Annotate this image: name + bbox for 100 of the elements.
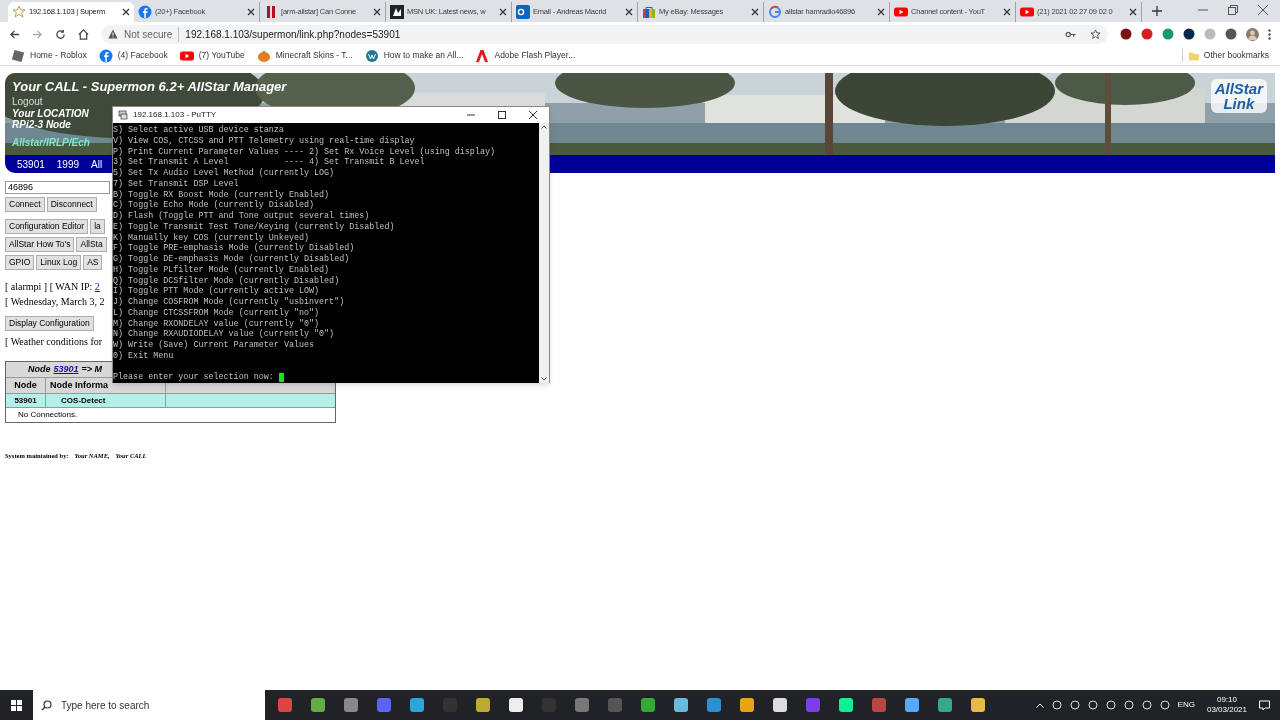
close-icon[interactable] bbox=[373, 8, 381, 16]
terminal-line: V) View COS, CTCSS and PTT Telemetry using real-time display bbox=[113, 135, 415, 147]
page-button[interactable]: AllSta bbox=[76, 237, 107, 252]
scrollbar[interactable] bbox=[539, 123, 549, 383]
page-button[interactable]: AS bbox=[83, 255, 103, 270]
play-icon bbox=[1020, 5, 1034, 19]
star-icon[interactable] bbox=[1090, 28, 1101, 40]
empty-message: No Connections. bbox=[18, 409, 78, 421]
clock-date: 03/03/2021 bbox=[1206, 705, 1247, 715]
terminal-line: B) Toggle RX Boost Mode (currently Enabled) bbox=[113, 189, 330, 200]
bookmark[interactable]: (4) Facebook bbox=[98, 48, 168, 63]
clock[interactable]: 09:10 03/03/2021 bbox=[1206, 695, 1247, 715]
close-icon[interactable] bbox=[1129, 8, 1137, 16]
bookmark[interactable]: (7) YouTube bbox=[179, 48, 245, 63]
play-icon bbox=[894, 5, 908, 19]
folder-icon bbox=[1188, 50, 1199, 61]
extension-icon[interactable] bbox=[1120, 28, 1132, 40]
host-line: [ alarmpi ] [ WAN IP: 2 bbox=[5, 280, 100, 294]
notification-icon[interactable] bbox=[1259, 699, 1270, 711]
tray-icon[interactable] bbox=[1123, 700, 1134, 710]
new-tab-icon[interactable] bbox=[1152, 6, 1162, 16]
terminal-line: P) Print Current Parameter Values ---- 2) Set Rx Voice Level (using display) bbox=[113, 146, 495, 157]
network-text: Allstar/IRLP/Ech bbox=[12, 137, 90, 149]
page-button[interactable]: Disconnect bbox=[46, 197, 97, 212]
node-link[interactable]: 53901 bbox=[53, 362, 79, 377]
node-input[interactable]: 46896 bbox=[5, 181, 110, 194]
close-icon[interactable] bbox=[529, 111, 537, 119]
terminal-line: M) Change RXONDELAY value (currently "0") bbox=[113, 318, 320, 329]
bookmark[interactable]: Home - Roblox bbox=[11, 48, 87, 63]
terminal-line: F) Toggle PRE-emphasis Mode (currently Disabled) bbox=[113, 243, 355, 254]
bookmark[interactable]: How to make an All... bbox=[364, 48, 464, 63]
chevron-up-icon[interactable] bbox=[541, 125, 547, 129]
terminal-line: J) Change COSFROM Mode (currently "usbinvert") bbox=[113, 297, 345, 308]
app-icon[interactable] bbox=[772, 697, 788, 713]
tray-icon[interactable] bbox=[1159, 700, 1170, 710]
close-icon[interactable] bbox=[877, 8, 885, 16]
tray-icon[interactable] bbox=[1105, 700, 1116, 710]
app-icon[interactable] bbox=[475, 697, 491, 713]
language-indicator[interactable]: ENG bbox=[1177, 699, 1195, 711]
close-icon[interactable] bbox=[122, 8, 130, 16]
chevron-down-icon[interactable] bbox=[541, 377, 547, 381]
app-icon[interactable] bbox=[508, 697, 524, 713]
site-title: Your CALL - Supermon 6.2+ AllStar Manager bbox=[12, 78, 287, 95]
page-button[interactable]: GPIO bbox=[5, 255, 35, 270]
close-icon[interactable] bbox=[751, 8, 759, 16]
node-type-text: RPi2-3 Node bbox=[12, 119, 71, 131]
ip-link[interactable]: 2 bbox=[94, 281, 100, 292]
terminal-line: 7) Set Transmit DSP Level bbox=[113, 178, 239, 190]
search-icon bbox=[41, 699, 52, 711]
reload-icon[interactable] bbox=[55, 28, 66, 40]
search-field[interactable]: Type here to search bbox=[33, 690, 265, 720]
bookmark[interactable]: Minecraft Skins - T... bbox=[256, 48, 353, 63]
minimize-icon[interactable] bbox=[467, 111, 475, 119]
other-bookmarks[interactable]: Other bookmarks bbox=[1181, 49, 1269, 62]
star-icon bbox=[12, 5, 26, 19]
back-icon[interactable] bbox=[9, 28, 20, 40]
windows-icon[interactable] bbox=[11, 699, 22, 711]
close-icon[interactable] bbox=[1003, 8, 1011, 16]
date-line: [ Wednesday, March 3, 2 bbox=[5, 297, 105, 307]
extension-icon[interactable] bbox=[1183, 28, 1195, 40]
terminal-line: L) Change CTCSSFROM Mode (currently "no") bbox=[113, 307, 320, 319]
close-icon[interactable] bbox=[499, 8, 507, 16]
caption-text: => M bbox=[81, 362, 103, 376]
logout-link[interactable]: Logout bbox=[12, 95, 43, 108]
page-button[interactable]: Connect bbox=[5, 197, 45, 212]
restore-icon[interactable] bbox=[1228, 5, 1238, 15]
close-icon[interactable] bbox=[247, 8, 255, 16]
text-cursor bbox=[278, 373, 284, 383]
close-icon[interactable] bbox=[1258, 5, 1268, 15]
app-icon[interactable] bbox=[310, 697, 326, 713]
app-icon[interactable] bbox=[904, 697, 920, 713]
app-icon[interactable] bbox=[970, 697, 986, 713]
app-icon[interactable] bbox=[409, 697, 425, 713]
bag-icon bbox=[642, 5, 656, 19]
tray-icon[interactable] bbox=[1051, 700, 1062, 710]
app-icon[interactable] bbox=[739, 697, 755, 713]
extension-icon[interactable] bbox=[1225, 28, 1237, 40]
page-button[interactable]: AllStar How To's bbox=[5, 237, 75, 252]
facebook-icon bbox=[138, 5, 152, 19]
maximize-icon[interactable] bbox=[498, 111, 506, 119]
app-icon[interactable] bbox=[838, 697, 854, 713]
display-configuration-button[interactable]: Display Configuration bbox=[5, 316, 94, 331]
url-text: 192.168.1.103/supermon/link.php?nodes=53901 bbox=[185, 27, 401, 42]
logo-text: AllStar bbox=[1214, 81, 1263, 96]
terminal-line: N) Change RXAUDIODELAY value (currently "0") bbox=[113, 329, 335, 340]
bookmark[interactable]: Adobe Flash Player... bbox=[475, 48, 576, 63]
app-icon[interactable] bbox=[937, 697, 953, 713]
tray-icon[interactable] bbox=[1141, 700, 1152, 710]
app-icon[interactable] bbox=[673, 697, 689, 713]
status-text: 1999 bbox=[56, 157, 80, 172]
avatar-icon[interactable] bbox=[1246, 27, 1259, 41]
page-button[interactable]: Linux Log bbox=[36, 255, 82, 270]
page-button[interactable]: la bbox=[90, 219, 105, 234]
tray-icon[interactable] bbox=[1069, 700, 1080, 710]
menu-icon[interactable] bbox=[1268, 28, 1271, 40]
page-button[interactable]: Configuration Editor bbox=[5, 219, 89, 234]
address-bar[interactable]: Not secure 192.168.1.103/supermon/link.php?nodes=53901 bbox=[101, 24, 1108, 44]
close-icon[interactable] bbox=[625, 8, 633, 16]
tray-icon[interactable] bbox=[1087, 700, 1098, 710]
home-icon[interactable] bbox=[78, 28, 89, 40]
